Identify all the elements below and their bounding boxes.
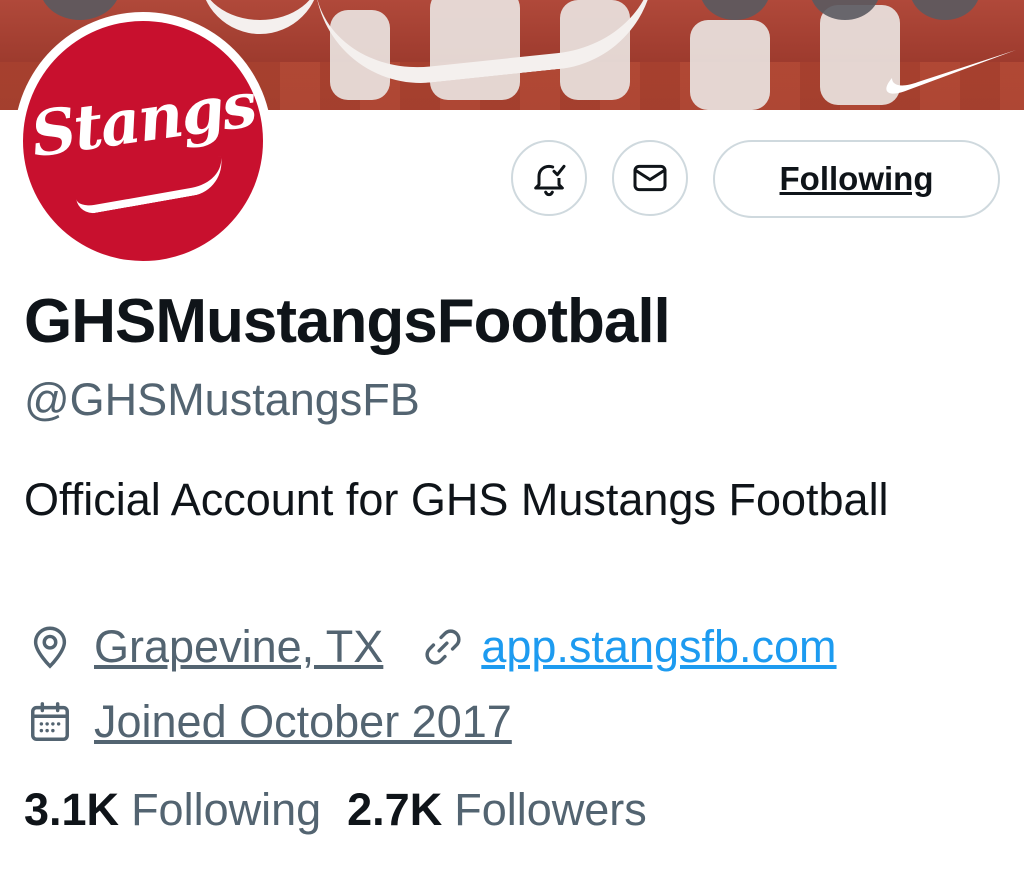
avatar-logo-text: Stangs [26, 67, 260, 172]
followers-label: Followers [454, 784, 647, 835]
notifications-button[interactable] [511, 140, 587, 216]
followers-count: 2.7K [347, 784, 443, 835]
bell-check-icon [534, 164, 566, 197]
following-label: Following [131, 784, 322, 835]
profile-meta-joined: Joined October 2017 [24, 692, 512, 752]
avatar-logo-underline [73, 156, 227, 216]
follow-stats: 3.1K Following 2.7K Followers [24, 784, 673, 836]
following-count: 3.1K [24, 784, 120, 835]
profile-bio: Official Account for GHS Mustangs Footba… [24, 474, 889, 525]
location-link[interactable]: Grapevine, TX [94, 621, 383, 673]
following-button[interactable]: Following [713, 140, 1000, 218]
link-icon [417, 621, 469, 673]
banner-script-stroke [200, 0, 320, 34]
joined-date: Joined October 2017 [94, 696, 512, 747]
following-stat[interactable]: 3.1K Following [24, 784, 321, 836]
profile-meta-location-website: Grapevine, TX app.stangsfb.com [24, 617, 837, 677]
message-button[interactable] [612, 140, 688, 216]
banner-helmet [700, 0, 770, 20]
location-pin-icon [24, 621, 76, 673]
followers-stat[interactable]: 2.7K Followers [347, 784, 647, 836]
envelope-icon [633, 164, 667, 192]
website-link[interactable]: app.stangsfb.com [481, 621, 836, 673]
profile-avatar[interactable]: Stangs [14, 12, 272, 270]
banner-player [690, 20, 770, 110]
avatar-image: Stangs [23, 21, 263, 261]
user-handle: @GHSMustangsFB [24, 374, 420, 425]
nike-swoosh-icon [886, 50, 1016, 94]
display-name: GHSMustangsFootball [24, 287, 671, 356]
calendar-icon [24, 696, 76, 748]
banner-helmet [910, 0, 980, 20]
